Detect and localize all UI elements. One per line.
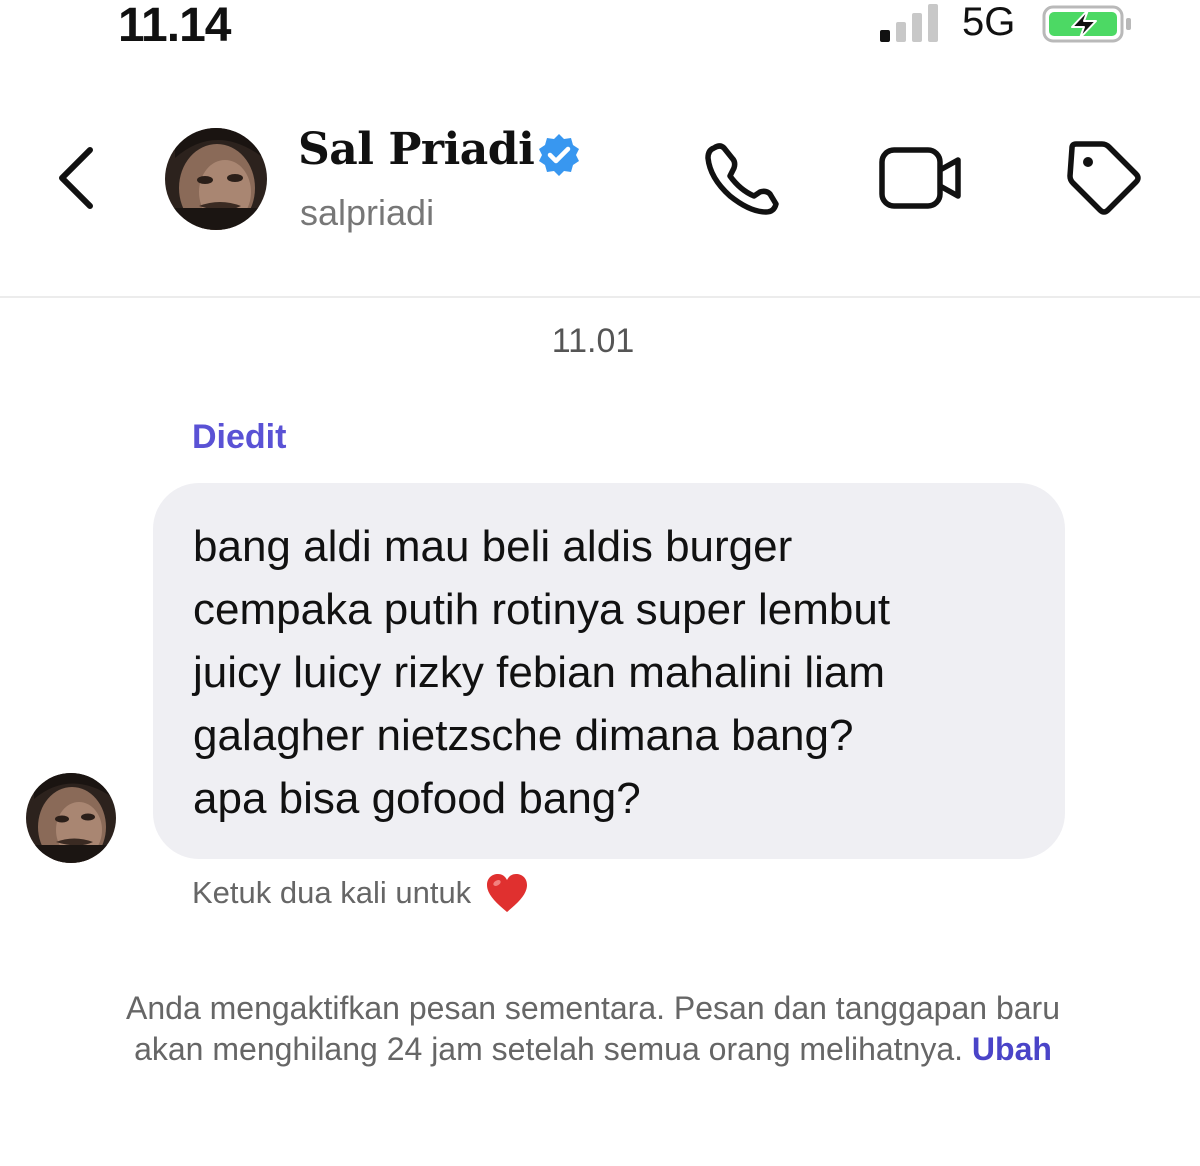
heart-icon[interactable] [485, 872, 529, 914]
battery-charging-icon [1042, 5, 1131, 43]
status-time: 11.14 [118, 0, 231, 52]
contact-username[interactable]: salpriadi [300, 192, 434, 234]
message-line: apa bisa gofood bang? [193, 774, 641, 823]
verified-badge-icon [539, 134, 579, 176]
video-call-icon[interactable] [878, 140, 964, 216]
avatar[interactable] [165, 128, 267, 230]
reaction-hint: Ketuk dua kali untuk [192, 872, 529, 914]
reaction-hint-text: Ketuk dua kali untuk [192, 875, 472, 910]
phone-icon[interactable] [700, 138, 784, 218]
message-line: bang aldi mau beli aldis burger [193, 522, 793, 571]
notice-text: Anda mengaktifkan pesan sementara. Pesan… [126, 990, 1060, 1067]
change-link[interactable]: Ubah [972, 1031, 1052, 1067]
message-timestamp: 11.01 [551, 322, 635, 360]
signal-strength-icon [880, 4, 938, 42]
message-line: juicy luicy rizky febian mahalini liam [193, 648, 886, 697]
back-icon[interactable] [50, 140, 106, 216]
contact-name[interactable]: Sal Priadi [298, 124, 535, 175]
edited-label[interactable]: Diedit [192, 418, 286, 457]
disappearing-messages-notice: Anda mengaktifkan pesan sementara. Pesan… [100, 988, 1086, 1070]
tag-icon[interactable] [1064, 138, 1144, 218]
message-line: galagher nietzsche dimana bang? [193, 711, 854, 760]
sender-avatar[interactable] [26, 773, 116, 863]
network-type: 5G [962, 0, 1016, 44]
message-line: cempaka putih rotinya super lembut [193, 585, 891, 634]
header-divider [0, 296, 1200, 298]
message-bubble[interactable]: bang aldi mau beli aldis burger cempaka … [153, 483, 1065, 859]
